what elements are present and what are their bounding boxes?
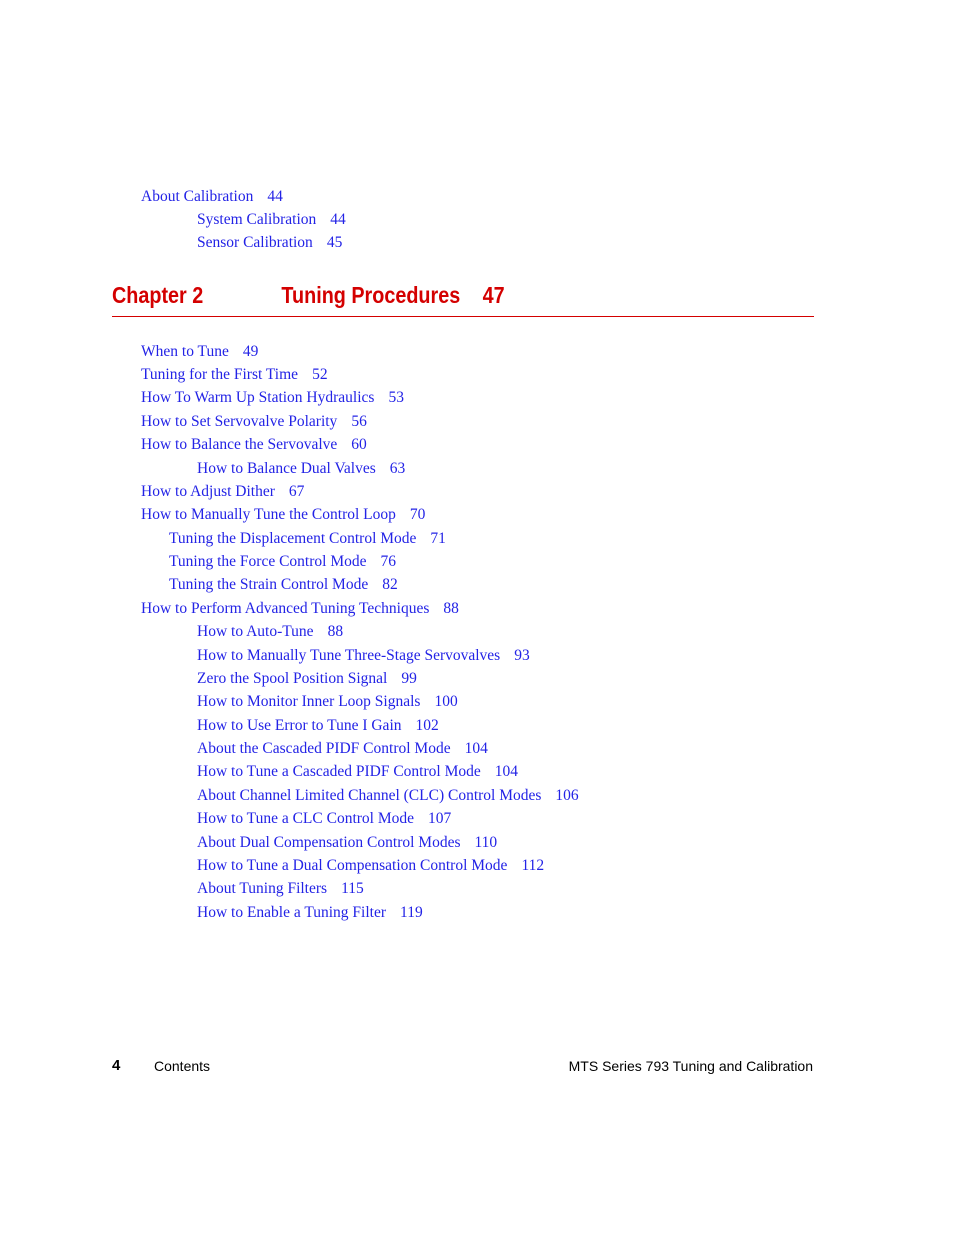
toc-entry-page: 112 (521, 857, 545, 874)
toc-entry[interactable]: Tuning the Displacement Control Mode 71 (169, 530, 446, 548)
toc-entry-title: When to Tune (141, 343, 229, 360)
chapter-divider (112, 316, 814, 317)
toc-entry-title: About Channel Limited Channel (CLC) Cont… (197, 787, 542, 804)
toc-entry[interactable]: About Channel Limited Channel (CLC) Cont… (197, 787, 579, 805)
toc-entry[interactable]: How to Tune a CLC Control Mode 107 (197, 810, 451, 828)
chapter-page: 47 (482, 282, 505, 308)
toc-entry-title: How to Tune a CLC Control Mode (197, 810, 415, 827)
toc-entry[interactable]: About Tuning Filters 115 (197, 880, 364, 898)
toc-entry-title: How to Tune a Cascaded PIDF Control Mode (197, 763, 481, 780)
toc-entry[interactable]: How to Tune a Cascaded PIDF Control Mode… (197, 763, 518, 781)
toc-entry[interactable]: How to Auto-Tune 88 (197, 623, 343, 641)
toc-entry-page: 88 (327, 623, 344, 640)
toc-entry-title: How to Balance Dual Valves (197, 460, 376, 477)
toc-entry-title: How to Enable a Tuning Filter (197, 904, 387, 921)
toc-entry-title: Tuning the Displacement Control Mode (169, 530, 417, 547)
toc-entry-title: How to Balance the Servovalve (141, 436, 338, 453)
toc-entry-title: About the Cascaded PIDF Control Mode (197, 740, 451, 757)
toc-entry[interactable]: How to Set Servovalve Polarity 56 (141, 413, 367, 431)
toc-entry[interactable]: Zero the Spool Position Signal 99 (197, 670, 417, 688)
chapter-heading[interactable]: Chapter 2 Tuning Procedures 47 (112, 280, 505, 310)
toc-entry-about-calibration[interactable]: About Calibration 44 (141, 188, 283, 206)
toc-entry[interactable]: How to Monitor Inner Loop Signals 100 (197, 693, 458, 711)
toc-entry-page: 76 (380, 553, 396, 570)
toc-entry[interactable]: How To Warm Up Station Hydraulics 53 (141, 389, 404, 407)
footer-document-title: MTS Series 793 Tuning and Calibration (568, 1058, 813, 1074)
toc-entry[interactable]: Tuning the Strain Control Mode 82 (169, 576, 398, 594)
toc-entry[interactable]: How to Tune a Dual Compensation Control … (197, 857, 544, 875)
toc-entry[interactable]: How to Enable a Tuning Filter 119 (197, 904, 423, 922)
toc-entry-page: 44 (330, 211, 346, 228)
toc-entry-title: About Tuning Filters (197, 880, 328, 897)
toc-entry-page: 119 (400, 904, 423, 921)
toc-entry[interactable]: When to Tune 49 (141, 343, 258, 361)
toc-entry[interactable]: How to Balance Dual Valves 63 (197, 460, 405, 478)
toc-entry-page: 107 (428, 810, 452, 827)
toc-entry-page: 102 (415, 717, 439, 734)
toc-entry-title: Sensor Calibration (197, 234, 313, 251)
chapter-title: Tuning Procedures (281, 282, 461, 308)
toc-entry-page: 67 (288, 483, 305, 500)
toc-entry-page: 60 (351, 436, 367, 453)
toc-entry[interactable]: How to Balance the Servovalve 60 (141, 436, 367, 454)
toc-entry-page: 49 (242, 343, 259, 360)
toc-entry-page: 82 (382, 576, 398, 593)
toc-entry-title: How to Adjust Dither (141, 483, 275, 500)
chapter-label: Chapter 2 (112, 282, 204, 308)
footer-section: Contents (154, 1058, 211, 1074)
document-page: About Calibration 44 System Calibration 44… (0, 0, 954, 1235)
toc-entry-page: 70 (409, 506, 426, 523)
toc-entry-page: 110 (474, 834, 498, 851)
toc-entry-page: 115 (341, 880, 364, 897)
toc-entry[interactable]: How to Perform Advanced Tuning Technique… (141, 600, 459, 618)
toc-entry-page: 52 (312, 366, 328, 383)
toc-entry[interactable]: How to Adjust Dither 67 (141, 483, 304, 501)
toc-entry-title: About Dual Compensation Control Modes (197, 834, 461, 851)
toc-entry-title: How to Manually Tune the Control Loop (141, 506, 396, 523)
toc-entry-system-calibration[interactable]: System Calibration 44 (197, 211, 346, 229)
toc-entry-title: How to Set Servovalve Polarity (141, 413, 338, 430)
toc-entry-title: System Calibration (197, 211, 317, 228)
toc-entry-page: 71 (430, 530, 446, 547)
toc-entry[interactable]: How to Manually Tune Three-Stage Servova… (197, 647, 530, 665)
toc-entry-page: 45 (326, 234, 343, 251)
toc-entry-sensor-calibration[interactable]: Sensor Calibration 45 (197, 234, 342, 252)
toc-entry[interactable]: How to Manually Tune the Control Loop 70 (141, 506, 425, 524)
toc-entry-page: 106 (555, 787, 579, 804)
toc-entry-title: How to Perform Advanced Tuning Technique… (141, 600, 430, 617)
toc-entry-title: About Calibration (141, 188, 254, 205)
toc-entry[interactable]: About Dual Compensation Control Modes 110 (197, 834, 497, 852)
toc-entry-title: How to Manually Tune Three-Stage Servova… (197, 647, 501, 664)
toc-entry-page: 104 (464, 740, 488, 757)
footer-page-number: 4 (112, 1057, 121, 1074)
toc-entry-page: 100 (434, 693, 458, 710)
toc-entry-page: 93 (514, 647, 530, 664)
toc-entry-page: 63 (389, 460, 406, 477)
toc-entry-title: How to Auto-Tune (197, 623, 314, 640)
toc-entry[interactable]: Tuning for the First Time 52 (141, 366, 328, 384)
toc-entry-title: Tuning the Force Control Mode (169, 553, 367, 570)
toc-entry-title: How to Monitor Inner Loop Signals (197, 693, 421, 710)
toc-entry-page: 53 (388, 389, 404, 406)
toc-entry-page: 56 (351, 413, 367, 430)
toc-entry[interactable]: About the Cascaded PIDF Control Mode 104 (197, 740, 488, 758)
toc-entry-title: How to Use Error to Tune I Gain (197, 717, 402, 734)
toc-entry-title: Tuning the Strain Control Mode (169, 576, 369, 593)
toc-entry-page: 104 (494, 763, 518, 780)
toc-entry-title: How To Warm Up Station Hydraulics (141, 389, 375, 406)
toc-entry-page: 44 (267, 188, 283, 205)
toc-entry-page: 88 (443, 600, 459, 617)
toc-entry[interactable]: How to Use Error to Tune I Gain 102 (197, 717, 439, 735)
toc-entry-title: Zero the Spool Position Signal (197, 670, 388, 687)
toc-entry-page: 99 (401, 670, 417, 687)
toc-entry[interactable]: Tuning the Force Control Mode 76 (169, 553, 396, 571)
toc-entry-title: Tuning for the First Time (141, 366, 299, 383)
toc-entry-title: How to Tune a Dual Compensation Control … (197, 857, 508, 874)
